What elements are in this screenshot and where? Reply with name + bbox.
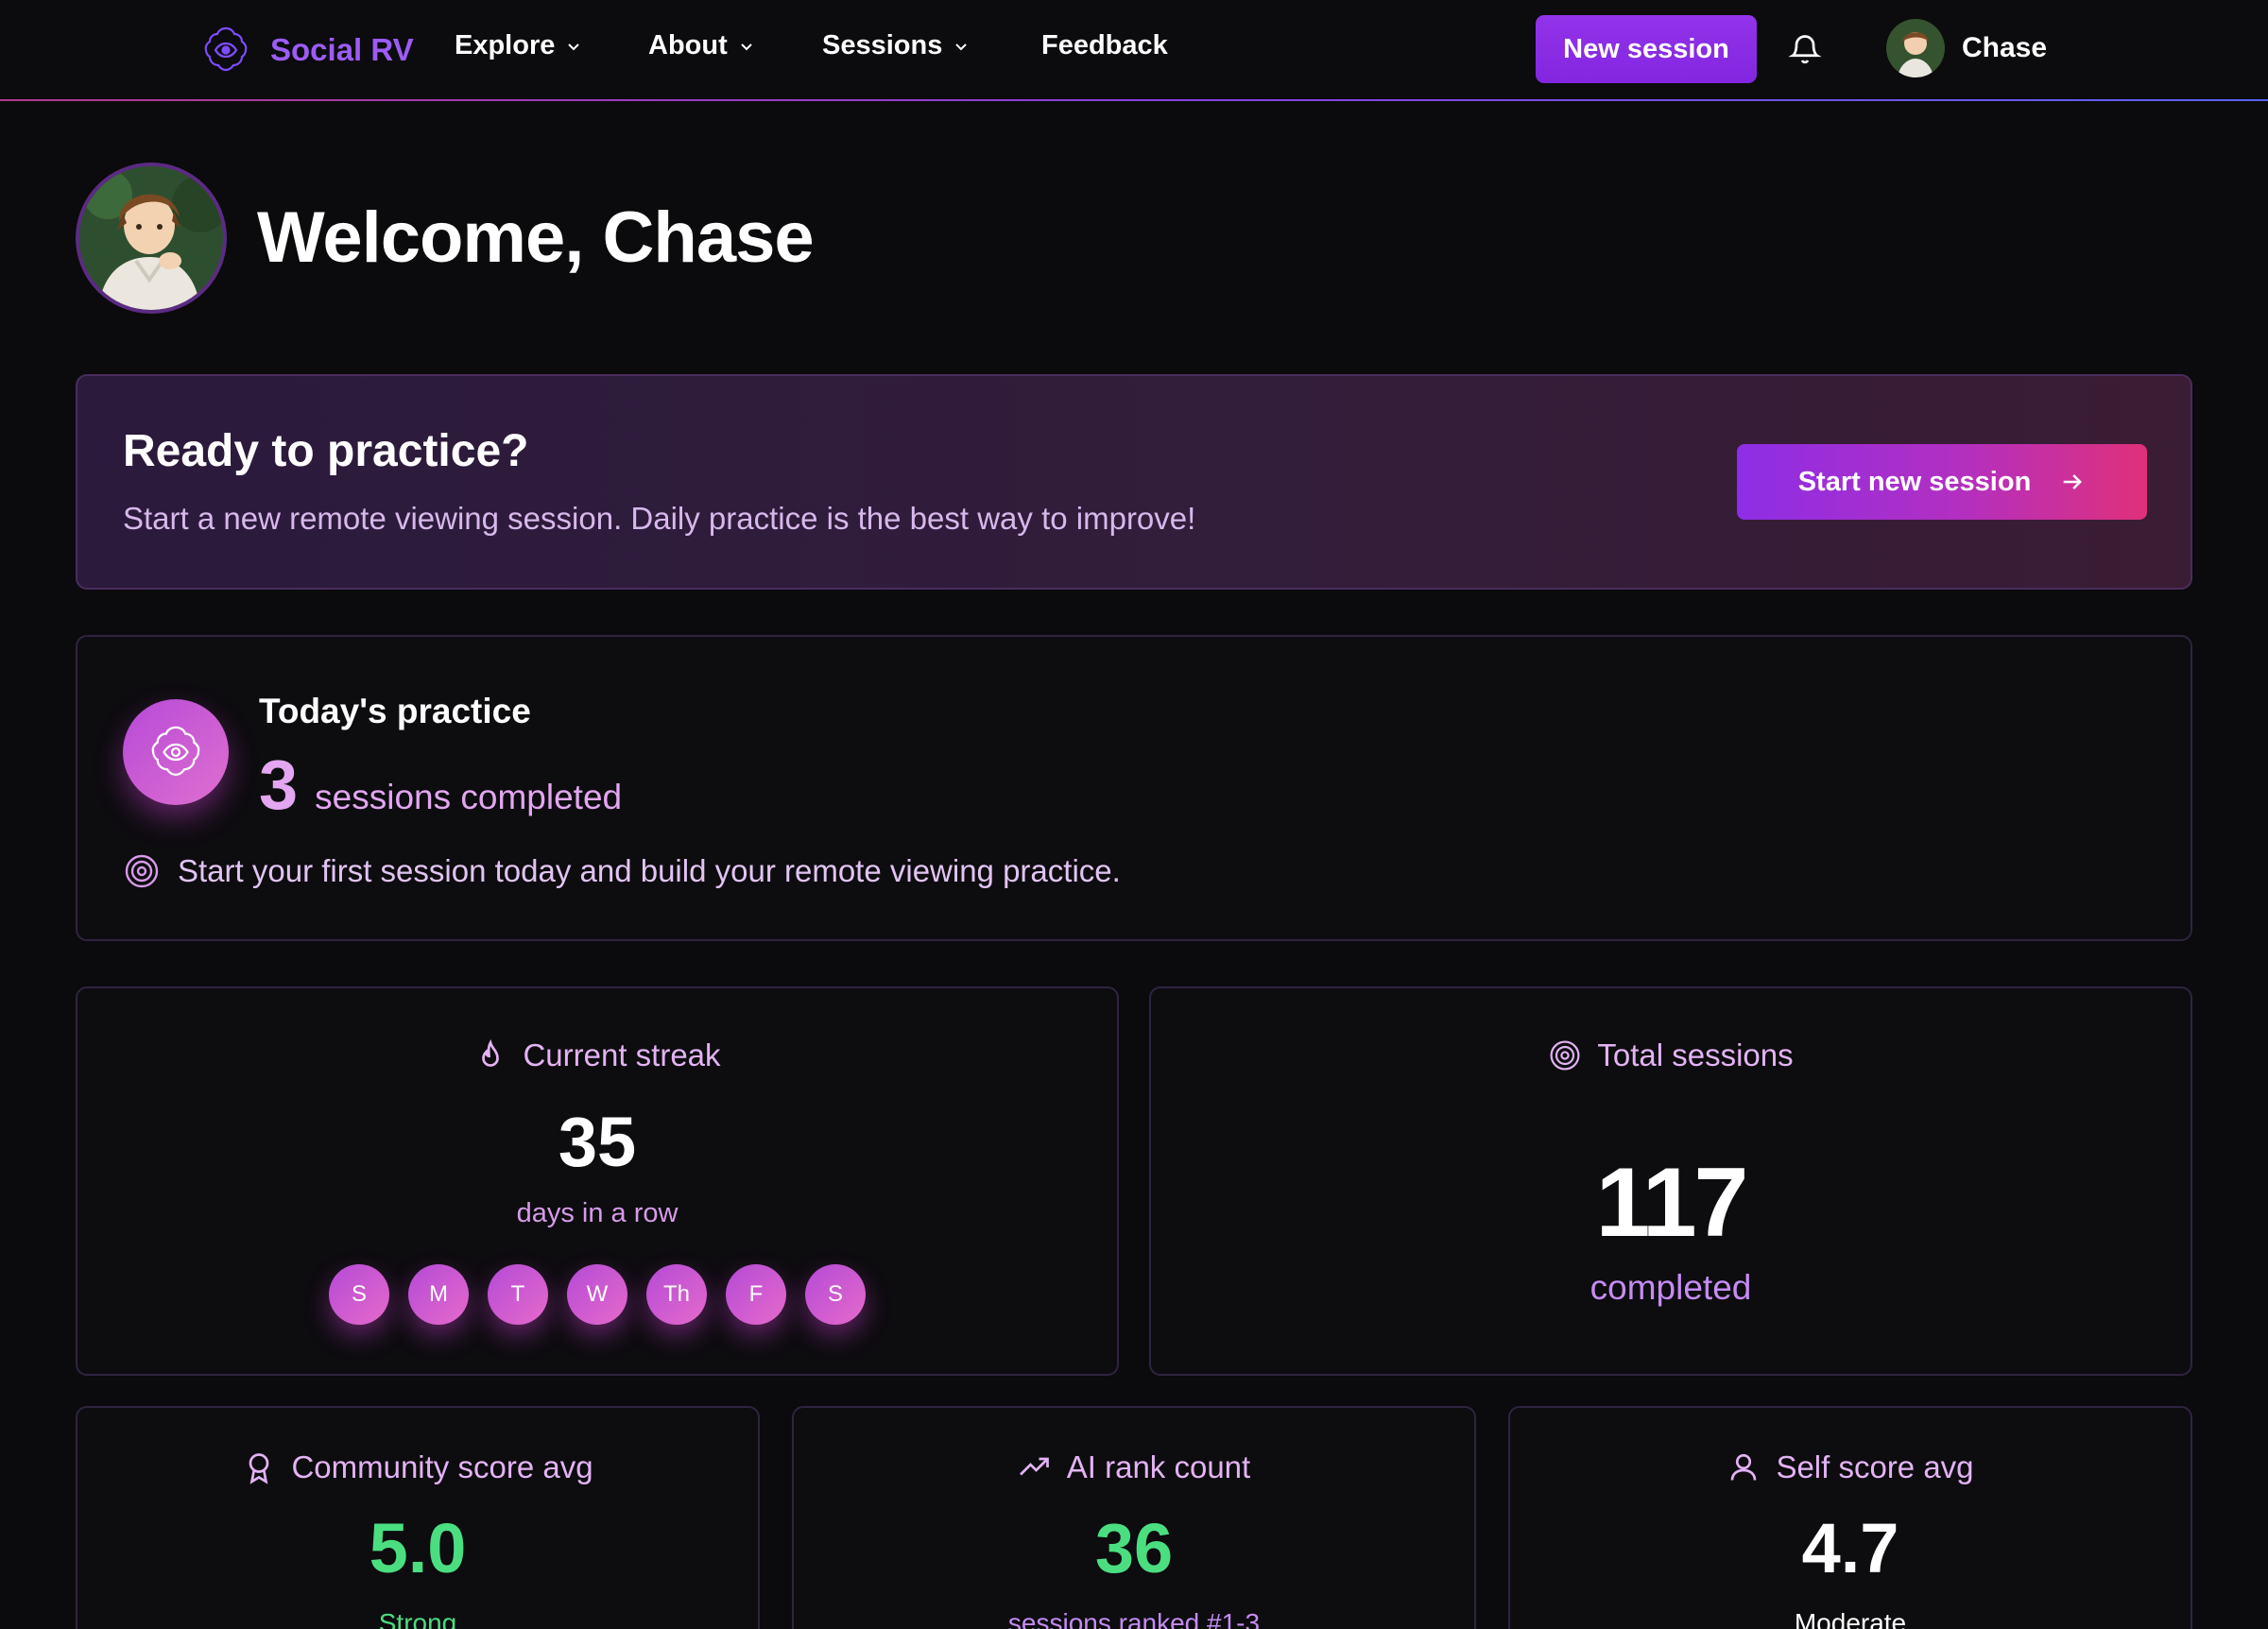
nav-feedback-label: Feedback — [1041, 30, 1168, 60]
total-sessions-header: Total sessions — [1151, 1037, 2191, 1073]
nav-feedback[interactable]: Feedback — [1041, 30, 1168, 61]
profile-avatar — [76, 163, 227, 314]
weekday-badge: F — [726, 1264, 786, 1325]
community-score-header: Community score avg — [77, 1449, 758, 1485]
bell-icon[interactable] — [1788, 32, 1822, 66]
chevron-down-icon — [568, 43, 580, 50]
todays-practice-card: Today's practice 3 sessions completed St… — [76, 635, 2192, 941]
ai-rank-card: AI rank count 36 sessions ranked #1-3 — [792, 1406, 1476, 1629]
sessions-completed-count: 3 sessions completed — [259, 745, 622, 825]
target-icon — [125, 854, 159, 888]
current-streak-card: Current streak 35 days in a row S M T W … — [76, 986, 1119, 1376]
nav-explore[interactable]: Explore — [455, 30, 581, 61]
self-score-title: Self score avg — [1776, 1449, 1974, 1484]
start-new-session-button[interactable]: Start new session — [1737, 444, 2147, 520]
avatar — [1886, 19, 1945, 77]
nav-about-label: About — [648, 30, 728, 60]
self-score-label: Moderate — [1794, 1608, 1907, 1629]
community-score-label: Strong — [378, 1608, 457, 1629]
target-icon — [1550, 1040, 1580, 1071]
self-score-value: 4.7 — [1801, 1509, 1899, 1587]
total-sessions-card: Total sessions 117 completed — [1149, 986, 2192, 1376]
nav-about[interactable]: About — [648, 30, 754, 61]
ai-rank-value: 36 — [1094, 1509, 1174, 1587]
start-new-session-label: Start new session — [1797, 466, 2032, 497]
nav-sessions[interactable]: Sessions — [822, 30, 969, 61]
ai-rank-label: sessions ranked #1-3 — [1007, 1608, 1261, 1629]
total-sessions-title: Total sessions — [1597, 1037, 1794, 1072]
app-frame: Social RV Explore About Sessions Feedbac… — [0, 0, 2268, 1629]
current-streak-title: Current streak — [523, 1037, 721, 1072]
streak-weekdays: S M T W Th F S — [77, 1264, 1117, 1325]
user-menu[interactable]: Chase — [1886, 19, 2047, 77]
trending-up-icon — [1019, 1457, 1049, 1476]
award-icon — [249, 1453, 269, 1484]
chevron-down-icon — [741, 43, 752, 50]
user-icon — [1731, 1453, 1757, 1481]
weekday-badge: M — [408, 1264, 469, 1325]
today-count-label: sessions completed — [315, 778, 623, 816]
banner-title: Ready to practice? — [123, 426, 529, 476]
weekday-badge: Th — [646, 1264, 707, 1325]
brand-name: Social RV — [270, 32, 414, 67]
banner-subtitle: Start a new remote viewing session. Dail… — [123, 501, 1196, 536]
nav-sessions-label: Sessions — [822, 30, 943, 60]
arrow-right-icon — [2063, 474, 2083, 489]
streak-value: 35 — [558, 1103, 637, 1181]
total-sessions-label: completed — [1589, 1268, 1752, 1307]
user-name: Chase — [1962, 32, 2048, 63]
weekday-badge: T — [488, 1264, 548, 1325]
ai-rank-header: AI rank count — [794, 1449, 1474, 1485]
streak-label: days in a row — [516, 1198, 679, 1228]
chevron-down-icon — [955, 43, 968, 50]
brain-eye-badge-icon — [123, 699, 229, 805]
total-sessions-value: 117 — [1595, 1148, 1749, 1258]
today-note: Start your first session today and build… — [123, 852, 1121, 890]
current-streak-header: Current streak — [77, 1037, 1117, 1073]
today-note-text: Start your first session today and build… — [178, 853, 1121, 888]
self-score-card: Self score avg 4.7 Moderate — [1508, 1406, 2192, 1629]
community-score-card: Community score avg 5.0 Strong — [76, 1406, 760, 1629]
practice-banner: Ready to practice? Start a new remote vi… — [76, 374, 2192, 590]
community-score-value: 5.0 — [369, 1509, 467, 1587]
nav-explore-label: Explore — [455, 30, 556, 60]
weekday-badge: W — [567, 1264, 627, 1325]
navbar-divider — [0, 99, 2268, 101]
brand[interactable]: Social RV — [198, 23, 414, 77]
brain-eye-logo-icon — [204, 26, 248, 72]
ai-rank-title: AI rank count — [1066, 1449, 1251, 1484]
weekday-badge: S — [805, 1264, 866, 1325]
community-score-title: Community score avg — [291, 1449, 593, 1484]
flame-icon — [482, 1038, 500, 1067]
page-title: Welcome, Chase — [257, 197, 815, 278]
self-score-header: Self score avg — [1510, 1449, 2191, 1485]
top-navbar: Social RV Explore About Sessions Feedbac… — [0, 0, 2268, 100]
todays-practice-title: Today's practice — [259, 692, 531, 730]
today-count-value: 3 — [259, 746, 299, 824]
weekday-badge: S — [329, 1264, 389, 1325]
new-session-button[interactable]: New session — [1536, 15, 1757, 83]
